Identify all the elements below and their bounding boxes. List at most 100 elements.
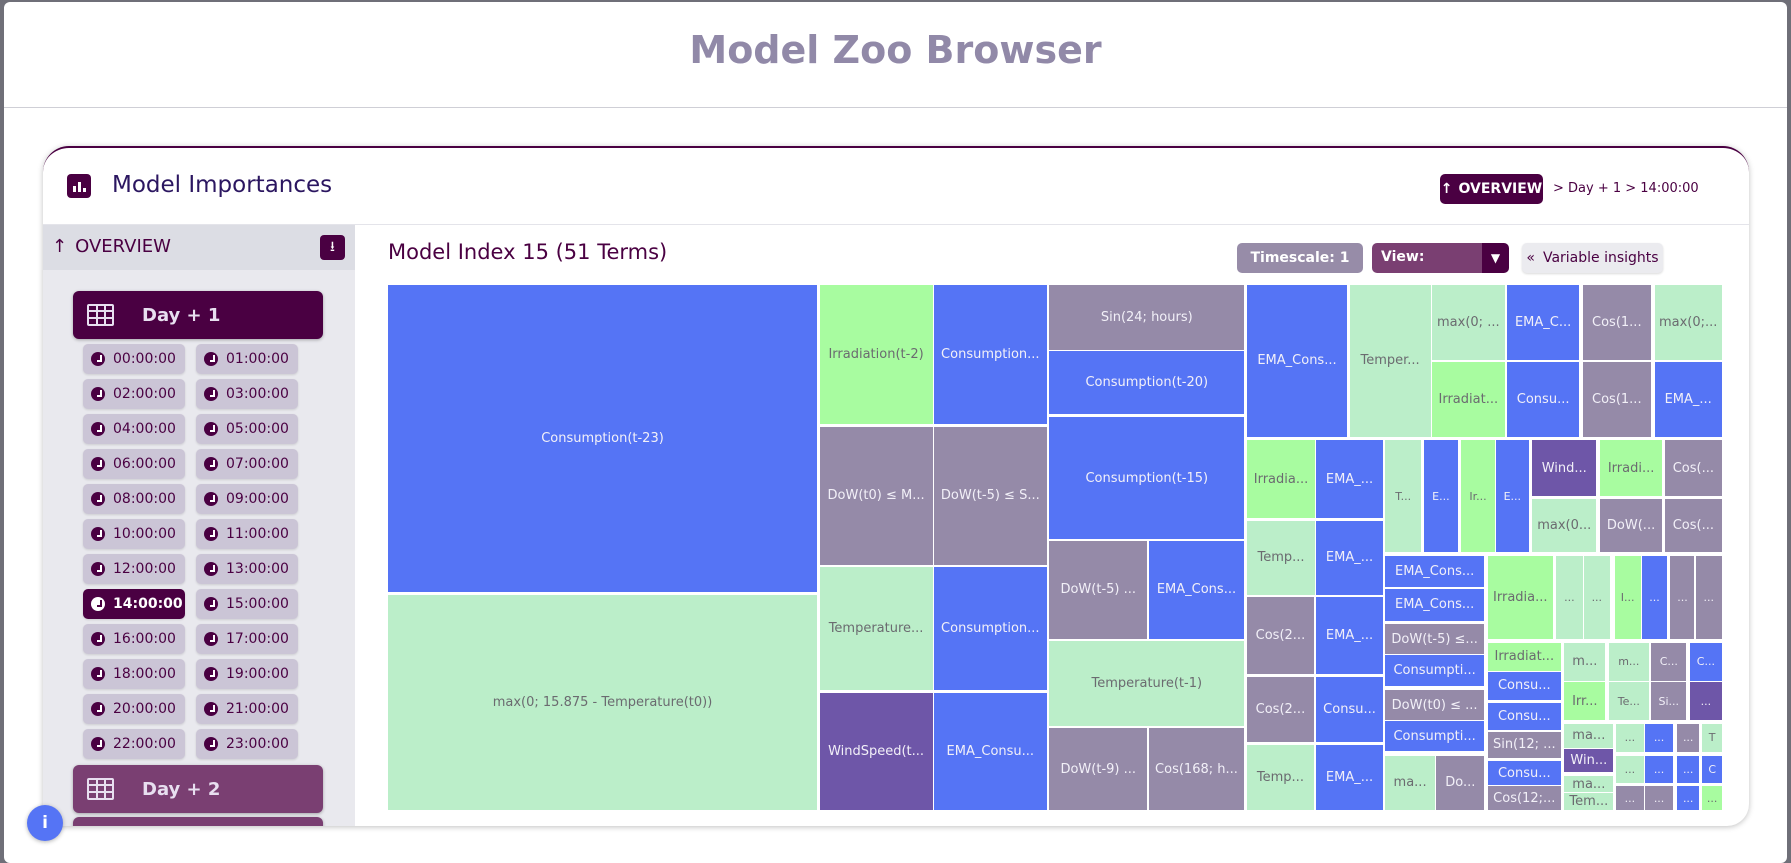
treemap-cell-temperature[interactable]: Temp...: [1246, 745, 1315, 811]
treemap-cell-irradiation[interactable]: Ir...: [1461, 440, 1495, 553]
treemap-cell-consumption[interactable]: EMA_...: [1316, 521, 1383, 595]
download-button[interactable]: ⭳: [320, 235, 345, 260]
treemap-cell-consumption[interactable]: Consu...: [1487, 703, 1561, 731]
treemap-cell-consumption[interactable]: EMA_...: [1654, 361, 1722, 437]
treemap-cell-irradiation[interactable]: ...: [1702, 786, 1722, 811]
treemap-cell-temperature[interactable]: max(0; ...: [1431, 284, 1505, 361]
day-3-button[interactable]: [73, 817, 323, 826]
treemap-cell-temperature[interactable]: Te...: [1608, 682, 1649, 721]
treemap-cell-temperature[interactable]: ...: [1583, 555, 1610, 640]
treemap-cell-consumption[interactable]: Consumption...: [933, 284, 1047, 425]
sidebar-overview-link[interactable]: ↑ OVERVIEW: [52, 236, 171, 257]
treemap-cell-temperature[interactable]: T...: [1384, 440, 1422, 553]
treemap-cell-consumption[interactable]: Consumption...: [933, 567, 1047, 691]
time-button[interactable]: 18:00:00: [83, 659, 185, 689]
variable-insights-button[interactable]: « Variable insights: [1522, 243, 1663, 273]
time-button[interactable]: 00:00:00: [83, 344, 185, 374]
treemap-cell-consumption[interactable]: C...: [1689, 642, 1722, 682]
time-button[interactable]: 23:00:00: [196, 729, 298, 759]
treemap-cell-calendar[interactable]: DoW(...: [1599, 498, 1663, 553]
treemap-cell-irradiation[interactable]: Irradiat...: [1487, 642, 1561, 672]
treemap-cell-consumption[interactable]: ...: [1645, 755, 1673, 783]
time-button[interactable]: 07:00:00: [196, 449, 298, 479]
treemap-cell-calendar[interactable]: Cos(1...: [1582, 284, 1652, 361]
time-button[interactable]: 17:00:00: [196, 624, 298, 654]
time-button[interactable]: 21:00:00: [196, 694, 298, 724]
treemap-cell-calendar[interactable]: DoW(t-9) ...: [1049, 728, 1148, 811]
treemap-cell-calendar[interactable]: ...: [1677, 723, 1700, 753]
treemap-cell-consumption[interactable]: Consumption(t-23): [387, 284, 818, 593]
treemap-cell-calendar[interactable]: Cos(...: [1664, 440, 1722, 497]
treemap-cell-wind[interactable]: Wind...: [1532, 440, 1597, 497]
treemap-cell-temperature[interactable]: ...: [1615, 755, 1645, 783]
time-button[interactable]: 03:00:00: [196, 379, 298, 409]
treemap-cell-temperature[interactable]: ma...: [1564, 723, 1614, 748]
treemap-cell-temperature[interactable]: Temperature(t-1): [1049, 641, 1245, 726]
treemap-cell-temperature[interactable]: max(0...: [1532, 498, 1597, 553]
treemap-cell-temperature[interactable]: ma...: [1564, 776, 1614, 793]
treemap-cell-calendar[interactable]: Sin(12; ...: [1487, 731, 1561, 758]
treemap-cell-consumption[interactable]: Consu...: [1507, 361, 1580, 437]
treemap-cell-consumption[interactable]: Consu...: [1487, 672, 1561, 700]
treemap-cell-calendar[interactable]: Sin(24; hours): [1049, 284, 1245, 351]
treemap-cell-calendar[interactable]: DoW(t0) ≤ M...: [819, 426, 933, 565]
treemap-cell-consumption[interactable]: Consumpti...: [1384, 721, 1485, 751]
treemap-cell-temperature[interactable]: Tem...: [1564, 793, 1614, 811]
treemap-cell-calendar[interactable]: DoW(t-5) ≤...: [1384, 624, 1485, 654]
treemap-cell-consumption[interactable]: EMA_Cons...: [1384, 588, 1485, 621]
time-button[interactable]: 13:00:00: [196, 554, 298, 584]
treemap-cell-irradiation[interactable]: I...: [1614, 555, 1641, 640]
treemap-cell-calendar[interactable]: ...: [1670, 555, 1695, 640]
treemap-cell-consumption[interactable]: EMA_...: [1316, 596, 1383, 675]
treemap-cell-consumption[interactable]: EMA_Cons...: [1148, 540, 1245, 640]
treemap-cell-calendar[interactable]: ...: [1695, 555, 1722, 640]
overview-button[interactable]: ↑ OVERVIEW: [1440, 174, 1543, 204]
treemap-cell-consumption[interactable]: ...: [1645, 723, 1673, 753]
caret-down-icon[interactable]: ▼: [1482, 243, 1509, 273]
treemap-cell-calendar[interactable]: DoW(t0) ≤ ...: [1384, 690, 1485, 721]
treemap-cell-consumption[interactable]: Consu...: [1487, 761, 1561, 786]
treemap-cell-consumption[interactable]: EMA_...: [1316, 745, 1383, 811]
treemap-cell-wind[interactable]: WindSpeed(t...: [819, 692, 933, 811]
treemap-cell-irradiation[interactable]: Irradia...: [1487, 555, 1553, 640]
treemap-cell-consumption[interactable]: Consumpti...: [1384, 655, 1485, 686]
treemap-cell-temperature[interactable]: max(0; 15.875 - Temperature(t0)): [387, 594, 818, 811]
treemap-cell-wind[interactable]: Win...: [1564, 748, 1614, 772]
treemap-cell-calendar[interactable]: Si...: [1651, 682, 1687, 721]
treemap-cell-consumption[interactable]: EMA_C...: [1507, 284, 1580, 361]
treemap-cell-irradiation[interactable]: Irradi...: [1599, 440, 1663, 497]
time-button[interactable]: 15:00:00: [196, 589, 298, 619]
time-button[interactable]: 12:00:00: [83, 554, 185, 584]
time-button[interactable]: 09:00:00: [196, 484, 298, 514]
time-button[interactable]: 10:00:00: [83, 519, 185, 549]
treemap-cell-calendar[interactable]: C...: [1651, 642, 1687, 682]
treemap-cell-consumption[interactable]: EMA_Cons...: [1246, 284, 1348, 437]
treemap-cell-calendar[interactable]: Cos(12;...: [1487, 786, 1561, 811]
time-button[interactable]: 16:00:00: [83, 624, 185, 654]
time-button[interactable]: 06:00:00: [83, 449, 185, 479]
treemap-cell-calendar[interactable]: Cos(168; h...: [1148, 728, 1245, 811]
time-button[interactable]: 22:00:00: [83, 729, 185, 759]
treemap-cell-irradiation[interactable]: Irr...: [1564, 682, 1606, 721]
treemap-cell-temperature[interactable]: m...: [1564, 642, 1606, 682]
treemap-cell-irradiation[interactable]: Irradia...: [1246, 440, 1316, 518]
time-button[interactable]: 19:00:00: [196, 659, 298, 689]
timescale-button[interactable]: Timescale: 1 hour: [1237, 243, 1363, 296]
treemap-cell-consumption[interactable]: C: [1702, 755, 1722, 783]
day-2-button[interactable]: Day + 2: [73, 765, 323, 813]
time-button[interactable]: 11:00:00: [196, 519, 298, 549]
treemap-cell-temperature[interactable]: ...: [1556, 555, 1583, 640]
treemap-cell-temperature[interactable]: max(0;...: [1654, 284, 1722, 361]
time-button[interactable]: 14:00:00: [83, 589, 185, 619]
info-button[interactable]: i: [27, 805, 63, 841]
treemap-cell-temperature[interactable]: T: [1702, 723, 1722, 753]
view-select[interactable]: View: treemap▼: [1372, 243, 1509, 273]
treemap-cell-calendar[interactable]: Cos(2...: [1246, 596, 1315, 675]
treemap-cell-calendar[interactable]: ...: [1615, 786, 1645, 811]
day-1-button[interactable]: Day + 1: [73, 291, 323, 339]
treemap-cell-consumption[interactable]: EMA_...: [1316, 440, 1383, 518]
treemap-cell-calendar[interactable]: DoW(t-5) ...: [1049, 540, 1148, 640]
treemap-cell-calendar[interactable]: Do...: [1436, 755, 1485, 811]
treemap-cell-calendar[interactable]: Cos(2...: [1246, 676, 1315, 742]
treemap-cell-wind[interactable]: ...: [1689, 682, 1722, 721]
